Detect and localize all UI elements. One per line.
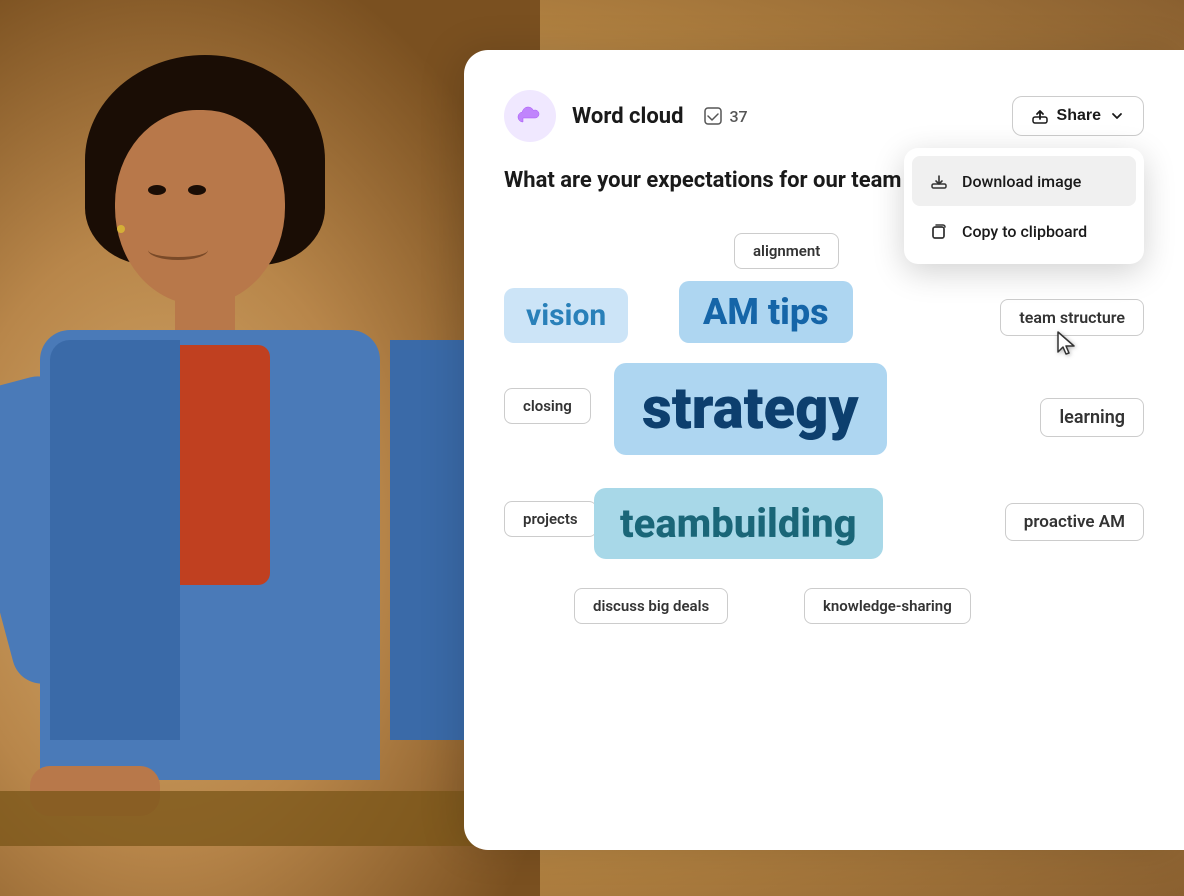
- word-cloud-display: alignment vision AM tips team structure …: [504, 233, 1144, 653]
- count-number: 37: [729, 107, 747, 126]
- word-learning: learning: [1040, 398, 1144, 437]
- word-am-tips: AM tips: [679, 281, 853, 343]
- earring: [117, 225, 125, 233]
- word-vision: vision: [504, 288, 628, 343]
- word-cloud-card: Word cloud 37 Share: [464, 50, 1184, 850]
- word-strategy: strategy: [614, 363, 887, 455]
- download-image-item[interactable]: Download image: [912, 156, 1136, 206]
- cloud-icon-wrap: [504, 90, 556, 142]
- copy-clipboard-label: Copy to clipboard: [962, 222, 1087, 241]
- chevron-down-icon: [1109, 108, 1125, 124]
- face: [115, 110, 285, 305]
- left-eye: [148, 185, 166, 195]
- card-title: Word cloud: [572, 104, 683, 129]
- share-dropdown: Download image Copy to clipboard: [904, 148, 1144, 264]
- word-knowledge-sharing: knowledge-sharing: [804, 588, 971, 624]
- card-header: Word cloud 37 Share: [504, 90, 1144, 142]
- response-count: 37: [703, 106, 747, 126]
- share-label: Share: [1057, 107, 1101, 125]
- share-button[interactable]: Share: [1012, 96, 1144, 136]
- word-teambuilding: teambuilding: [594, 488, 883, 559]
- person-photo: [0, 0, 540, 896]
- smile: [148, 240, 208, 260]
- right-eye: [188, 185, 206, 195]
- word-proactive-am: proactive AM: [1005, 503, 1144, 541]
- table: [0, 791, 540, 846]
- cloud-icon: [517, 106, 543, 126]
- word-projects: projects: [504, 501, 597, 537]
- share-button-container: Share Download image: [1012, 96, 1144, 136]
- word-closing: closing: [504, 388, 591, 424]
- copy-clipboard-item[interactable]: Copy to clipboard: [912, 206, 1136, 256]
- shirt-left: [50, 340, 180, 740]
- share-upload-icon: [1031, 107, 1049, 125]
- mouse-cursor: [1056, 330, 1076, 358]
- download-image-label: Download image: [962, 172, 1081, 191]
- copy-icon: [928, 220, 950, 242]
- word-discuss-big-deals: discuss big deals: [574, 588, 728, 624]
- checkbox-count-icon: [703, 106, 723, 126]
- download-icon: [928, 170, 950, 192]
- word-alignment: alignment: [734, 233, 839, 269]
